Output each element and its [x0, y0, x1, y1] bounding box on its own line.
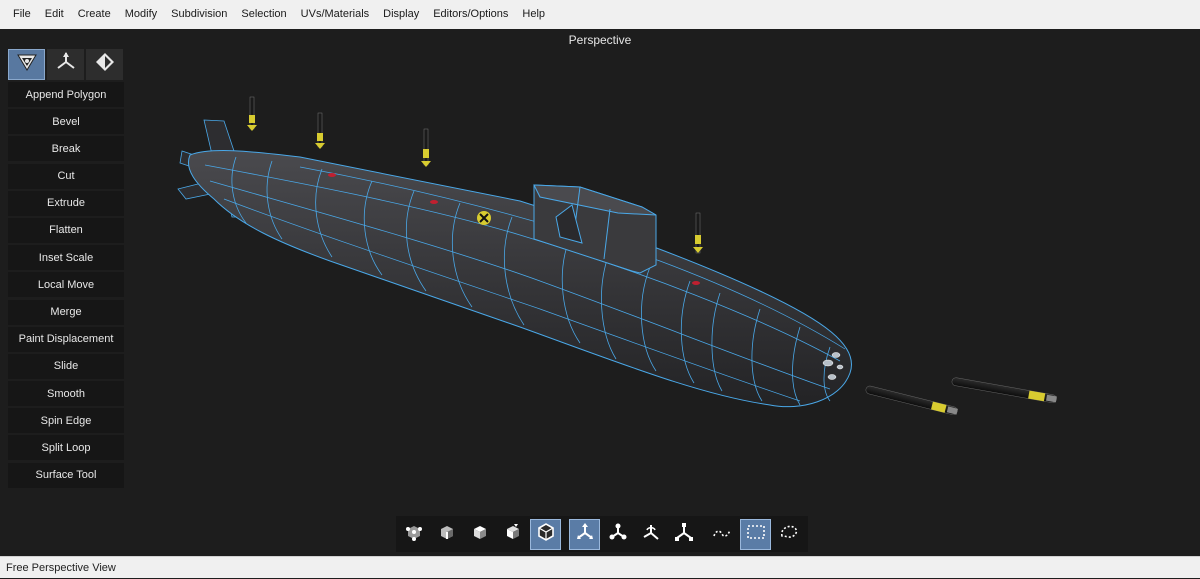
scale-gizmo-button[interactable]	[635, 519, 666, 550]
tool-smooth-button[interactable]: Smooth	[8, 381, 124, 407]
tool-split-loop-button[interactable]: Split Loop	[8, 435, 124, 461]
menu-help[interactable]: Help	[515, 0, 552, 29]
object-select-icon	[503, 522, 523, 547]
menu-subdivision[interactable]: Subdivision	[164, 0, 234, 29]
tool-slide-button[interactable]: Slide	[8, 353, 124, 379]
menu-uvs-materials[interactable]: UVs/Materials	[294, 0, 376, 29]
freehand-select-icon	[778, 522, 800, 547]
menu-bar: File Edit Create Modify Subdivision Selection…	[0, 0, 1200, 29]
submarine-model	[177, 96, 1057, 416]
hull	[188, 150, 852, 408]
tool-inset-scale-button[interactable]: Inset Scale	[8, 245, 124, 271]
menu-selection[interactable]: Selection	[234, 0, 293, 29]
tool-extrude-button[interactable]: Extrude	[8, 190, 124, 216]
lasso-select-button[interactable]	[707, 519, 738, 550]
mesh-select-button[interactable]	[530, 518, 561, 550]
selection-toolbar	[396, 516, 808, 552]
status-bar: Free Perspective View	[0, 556, 1200, 578]
lasso-select-icon	[712, 522, 734, 547]
tool-surface-tool-button[interactable]: Surface Tool	[8, 462, 124, 488]
universal-gizmo-icon	[674, 522, 694, 547]
rotate-gizmo-icon	[608, 522, 628, 547]
perspective-viewport[interactable]: Perspective Append Polygon Bevel Break Cut E…	[0, 29, 1200, 556]
hatch-marker	[477, 211, 491, 225]
transform-axes-button[interactable]	[47, 49, 84, 80]
menu-file[interactable]: File	[6, 0, 38, 29]
rectangle-select-button[interactable]	[740, 518, 771, 550]
mode-buttons	[8, 49, 124, 80]
rectangle-select-icon	[745, 522, 767, 547]
edge-select-icon	[437, 522, 457, 547]
tool-list: Append Polygon Bevel Break Cut Extrude Flatte…	[8, 82, 124, 488]
menu-create[interactable]: Create	[71, 0, 118, 29]
modeling-tool-panel: Append Polygon Bevel Break Cut Extrude Flatte…	[8, 49, 124, 490]
tool-local-move-button[interactable]: Local Move	[8, 272, 124, 298]
scale-gizmo-icon	[641, 522, 661, 547]
mesh-select-icon	[536, 522, 556, 547]
edge-select-button[interactable]	[431, 519, 462, 550]
transform-axes-icon	[55, 51, 77, 78]
tool-merge-button[interactable]: Merge	[8, 299, 124, 325]
tool-append-polygon-button[interactable]: Append Polygon	[8, 82, 124, 107]
uv-diamond-icon	[94, 51, 116, 78]
rotate-gizmo-button[interactable]	[602, 519, 633, 550]
polygon-mode-icon	[16, 52, 38, 77]
tool-break-button[interactable]: Break	[8, 136, 124, 162]
menu-display[interactable]: Display	[376, 0, 426, 29]
object-select-button[interactable]	[497, 519, 528, 550]
face-select-button[interactable]	[464, 519, 495, 550]
viewport-title: Perspective	[568, 33, 632, 47]
tool-flatten-button[interactable]: Flatten	[8, 217, 124, 243]
tool-cut-button[interactable]: Cut	[8, 163, 124, 189]
menu-modify[interactable]: Modify	[118, 0, 164, 29]
torpedoes	[865, 377, 1057, 416]
uv-diamond-button[interactable]	[86, 49, 123, 80]
universal-gizmo-button[interactable]	[668, 519, 699, 550]
tool-spin-edge-button[interactable]: Spin Edge	[8, 408, 124, 434]
menu-editors-options[interactable]: Editors/Options	[426, 0, 515, 29]
menu-edit[interactable]: Edit	[38, 0, 71, 29]
move-gizmo-icon	[575, 522, 595, 547]
tool-paint-displacement-button[interactable]: Paint Displacement	[8, 326, 124, 352]
vertex-select-button[interactable]	[398, 519, 429, 550]
freehand-select-button[interactable]	[773, 519, 804, 550]
vertex-select-icon	[404, 522, 424, 547]
face-select-icon	[470, 522, 490, 547]
move-gizmo-button[interactable]	[569, 518, 600, 550]
polygon-mode-button[interactable]	[8, 49, 45, 80]
tool-bevel-button[interactable]: Bevel	[8, 109, 124, 135]
